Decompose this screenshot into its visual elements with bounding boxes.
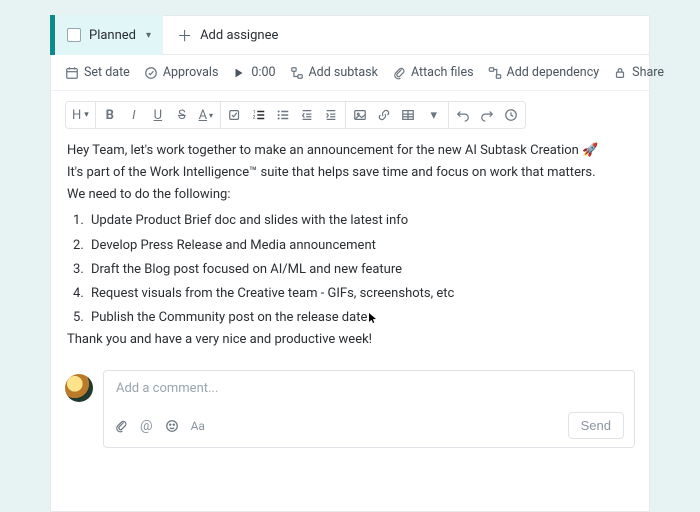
lock-icon bbox=[613, 66, 627, 80]
task-description[interactable]: Hey Team, let's work together to make an… bbox=[51, 135, 649, 362]
complete-checkbox[interactable] bbox=[67, 28, 81, 42]
list-item: Publish the Community post on the releas… bbox=[87, 306, 633, 330]
bullet-list-button[interactable] bbox=[275, 106, 291, 124]
approvals-label: Approvals bbox=[163, 65, 219, 80]
set-date-button[interactable]: Set date bbox=[65, 65, 130, 80]
dependency-icon bbox=[488, 66, 502, 80]
attach-files-label: Attach files bbox=[411, 65, 474, 80]
timer-button[interactable]: 0:00 bbox=[232, 65, 275, 80]
add-dependency-button[interactable]: Add dependency bbox=[488, 65, 600, 80]
desc-line-2: It's part of the Work Intelligence™ suit… bbox=[67, 163, 633, 183]
svg-text:2: 2 bbox=[253, 116, 256, 121]
send-button[interactable]: Send bbox=[568, 412, 624, 439]
add-subtask-label: Add subtask bbox=[309, 65, 378, 80]
list-item: Request visuals from the Creative team -… bbox=[87, 282, 633, 306]
image-button[interactable] bbox=[352, 106, 368, 124]
meta-row: Set date Approvals 0:00 Add subtask bbox=[51, 55, 649, 91]
indent-button[interactable] bbox=[323, 106, 339, 124]
emoji-icon[interactable] bbox=[165, 419, 179, 433]
comment-actions: @ Aa Send bbox=[104, 406, 634, 447]
share-button[interactable]: Share bbox=[613, 65, 664, 80]
subtask-icon bbox=[290, 66, 304, 80]
list-intro: We need to do the following: bbox=[67, 185, 633, 205]
comment-input[interactable]: Add a comment... bbox=[104, 371, 634, 406]
add-dependency-label: Add dependency bbox=[507, 65, 600, 80]
undo-button[interactable] bbox=[455, 106, 471, 124]
attach-icon[interactable] bbox=[114, 419, 128, 433]
task-panel: Planned ▾ ＋ Add assignee Set date Approv… bbox=[50, 15, 650, 512]
play-icon bbox=[232, 66, 246, 80]
status-label: Planned bbox=[89, 28, 136, 43]
italic-button[interactable]: I bbox=[126, 106, 142, 124]
svg-text:1: 1 bbox=[253, 110, 255, 115]
plus-icon: ＋ bbox=[177, 25, 192, 46]
paperclip-icon bbox=[392, 66, 406, 80]
rich-text-toolbar: H▾ B I U S A▾ 12 bbox=[65, 101, 526, 129]
heading-dropdown[interactable]: H▾ bbox=[72, 106, 89, 124]
timer-label: 0:00 bbox=[251, 65, 275, 80]
history-button[interactable] bbox=[503, 106, 519, 124]
strikethrough-button[interactable]: S bbox=[174, 106, 190, 124]
text-color-button[interactable]: A▾ bbox=[198, 106, 214, 124]
approvals-button[interactable]: Approvals bbox=[144, 65, 219, 80]
add-subtask-button[interactable]: Add subtask bbox=[290, 65, 378, 80]
attach-files-button[interactable]: Attach files bbox=[392, 65, 474, 80]
task-list: Update Product Brief doc and slides with… bbox=[67, 209, 633, 330]
header-row: Planned ▾ ＋ Add assignee bbox=[50, 15, 650, 55]
format-icon[interactable]: Aa bbox=[191, 419, 205, 433]
toolbar-wrap: H▾ B I U S A▾ 12 bbox=[51, 91, 649, 135]
calendar-icon bbox=[65, 66, 79, 80]
add-assignee-button[interactable]: ＋ Add assignee bbox=[163, 15, 650, 55]
list-item: Draft the Blog post focused on AI/ML and… bbox=[87, 258, 633, 282]
list-item: Develop Press Release and Media announce… bbox=[87, 234, 633, 258]
table-button[interactable] bbox=[400, 106, 416, 124]
comment-row: Add a comment... @ Aa Send bbox=[51, 362, 649, 464]
outdent-button[interactable] bbox=[299, 106, 315, 124]
mention-icon[interactable]: @ bbox=[140, 418, 153, 434]
cursor-icon bbox=[368, 311, 378, 331]
status-dropdown[interactable]: Planned ▾ bbox=[55, 15, 163, 55]
check-circle-icon bbox=[144, 66, 158, 80]
closing-line: Thank you and have a very nice and produ… bbox=[67, 330, 633, 350]
chevron-down-icon: ▾ bbox=[146, 30, 151, 41]
link-button[interactable] bbox=[376, 106, 392, 124]
share-label: Share bbox=[632, 65, 664, 80]
redo-button[interactable] bbox=[479, 106, 495, 124]
list-item: Update Product Brief doc and slides with… bbox=[87, 209, 633, 233]
set-date-label: Set date bbox=[84, 65, 130, 80]
desc-line-1: Hey Team, let's work together to make an… bbox=[67, 141, 633, 161]
bold-button[interactable]: B bbox=[102, 106, 118, 124]
avatar[interactable] bbox=[65, 374, 93, 402]
ordered-list-button[interactable]: 12 bbox=[251, 106, 267, 124]
comment-box: Add a comment... @ Aa Send bbox=[103, 370, 635, 448]
insert-more-dropdown[interactable]: ▾ bbox=[426, 106, 442, 124]
underline-button[interactable]: U bbox=[150, 106, 166, 124]
checklist-button[interactable] bbox=[227, 106, 243, 124]
main-panel: Set date Approvals 0:00 Add subtask bbox=[50, 55, 650, 512]
add-assignee-label: Add assignee bbox=[200, 28, 278, 43]
